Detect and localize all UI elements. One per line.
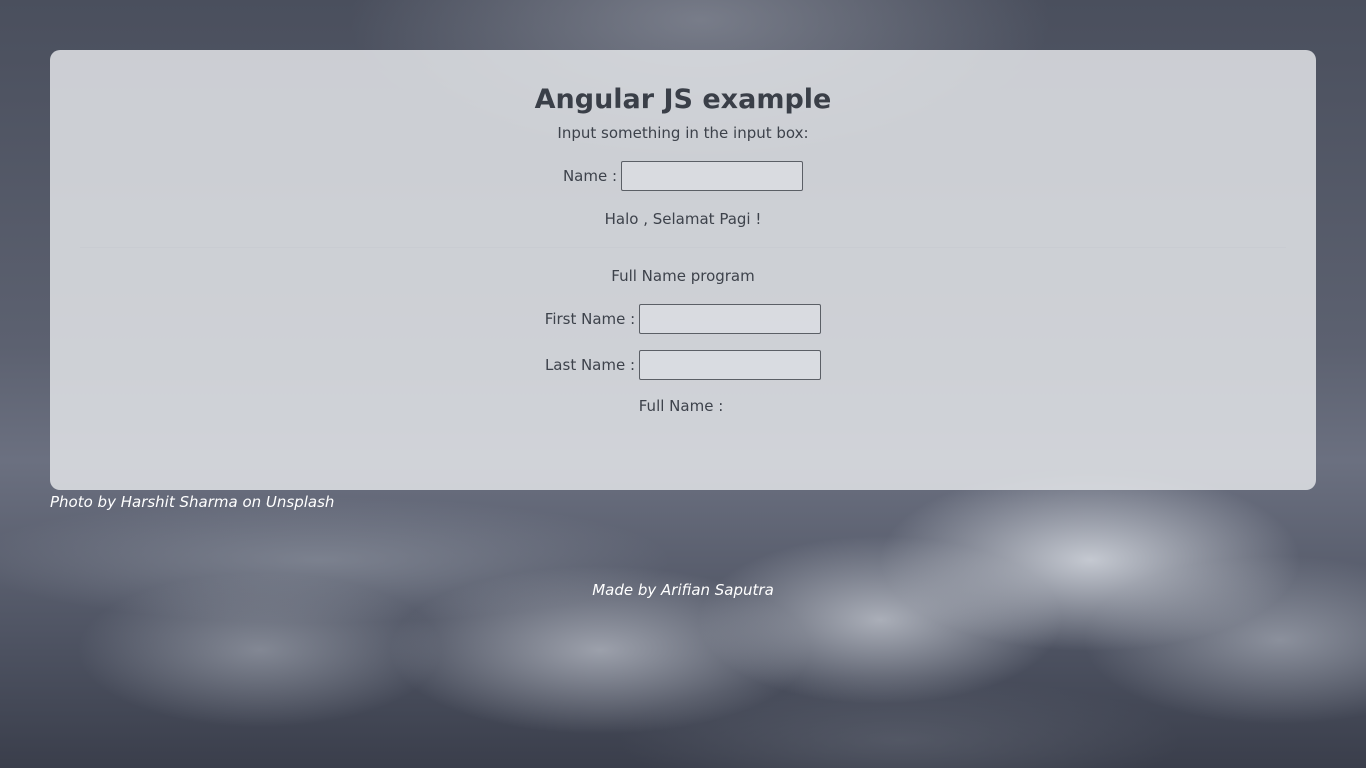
section-title: Full Name program	[611, 267, 755, 285]
last-name-input[interactable]	[639, 350, 822, 380]
full-name-label: Full Name :	[638, 397, 724, 415]
section-divider	[80, 247, 1286, 248]
name-label: Name :	[562, 167, 618, 185]
name-input[interactable]	[621, 161, 804, 191]
photo-credit: Photo by Harshit Sharma on Unsplash	[50, 493, 335, 511]
page-title: Angular JS example	[534, 84, 832, 115]
main-card: Angular JS example Input something in th…	[50, 50, 1316, 490]
name-row: Name :	[50, 161, 1316, 191]
footer-credit: Made by Arifian Saputra	[592, 581, 774, 599]
full-name-row: Full Name :	[50, 397, 1316, 415]
first-name-row: First Name :	[50, 304, 1316, 334]
first-name-label: First Name :	[544, 310, 636, 328]
greeting-text: Halo , Selamat Pagi !	[604, 210, 762, 228]
last-name-label: Last Name :	[544, 356, 636, 374]
instruction-text: Input something in the input box:	[557, 124, 809, 142]
first-name-input[interactable]	[639, 304, 822, 334]
last-name-row: Last Name :	[50, 350, 1316, 380]
